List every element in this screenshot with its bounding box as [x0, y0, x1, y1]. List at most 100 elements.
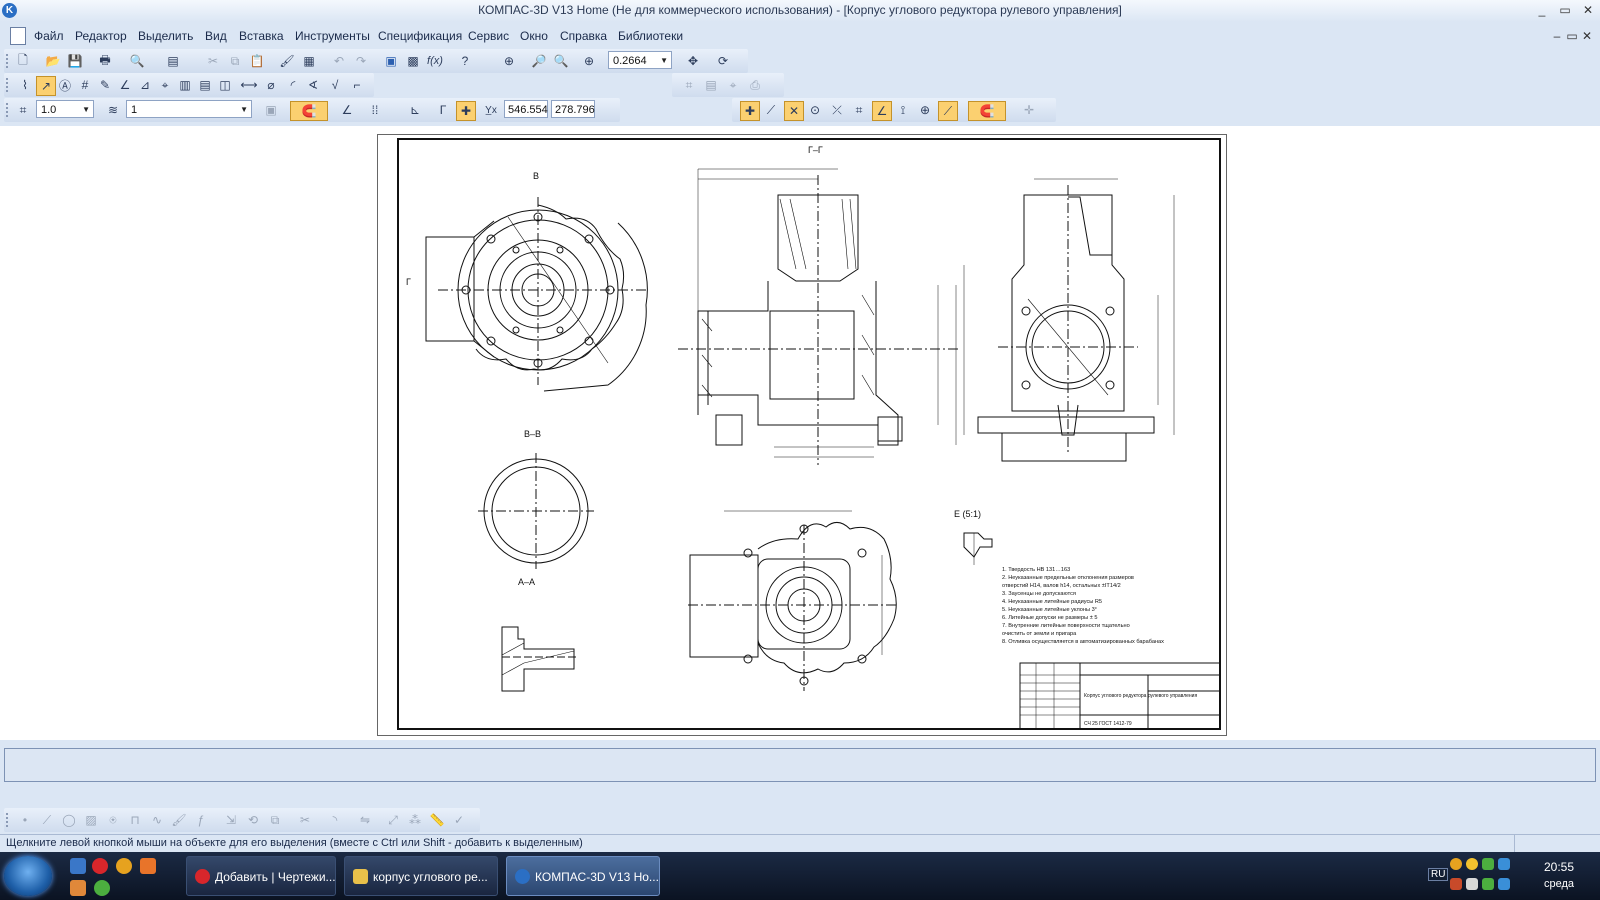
refresh-icon[interactable]: ⟳ — [714, 52, 732, 70]
copy-tool-icon[interactable]: ⧉ — [266, 811, 284, 829]
manager-icon[interactable]: ▤ — [164, 52, 182, 70]
doc-maximize-button[interactable]: ▭ — [1565, 28, 1579, 44]
function-icon[interactable]: f(x) — [426, 52, 444, 70]
menu-select[interactable]: Выделить — [138, 29, 193, 43]
clock-time[interactable]: 20:55 — [1544, 860, 1574, 874]
property-panel[interactable] — [4, 748, 1596, 782]
close-button[interactable]: ✕ — [1578, 2, 1598, 18]
print-icon[interactable]: 🖶 — [96, 52, 114, 70]
doc-close-button[interactable]: ✕ — [1580, 28, 1594, 44]
menu-insert[interactable]: Вставка — [239, 29, 284, 43]
array-icon[interactable]: ⁂ — [406, 811, 424, 829]
properties-icon[interactable]: ▦ — [300, 52, 318, 70]
snap-icon[interactable]: 🧲 — [290, 101, 328, 121]
firefox-icon[interactable] — [116, 858, 132, 874]
snap-magnet-icon[interactable]: 🧲 — [968, 101, 1006, 121]
snap-middle-icon[interactable]: ⟋ — [938, 101, 958, 121]
parametrize-icon[interactable]: ∠ — [116, 76, 134, 94]
trim-icon[interactable]: ✂ — [296, 811, 314, 829]
fx-icon[interactable]: ƒ — [192, 811, 210, 829]
menu-tools[interactable]: Инструменты — [295, 29, 370, 43]
table-icon[interactable]: ▤ — [196, 76, 214, 94]
round-icon[interactable]: Γ — [434, 101, 452, 119]
menu-window[interactable]: Окно — [520, 29, 548, 43]
tray-app-icon[interactable] — [1450, 858, 1462, 870]
ortho-icon[interactable]: ⊾ — [406, 101, 424, 119]
linear-dim-icon[interactable]: ⟷ — [240, 76, 258, 94]
save-icon[interactable]: 💾 — [66, 52, 84, 70]
snap-point-icon[interactable]: ⟟ — [894, 101, 912, 119]
fillet-icon[interactable]: ◝ — [326, 811, 344, 829]
snap-grid-icon[interactable]: ⌗ — [850, 101, 868, 119]
check-icon[interactable]: ✓ — [450, 811, 468, 829]
zoom-window-icon[interactable]: ⊕ — [500, 52, 518, 70]
step-combo[interactable]: 1.0 ▼ — [36, 100, 94, 118]
mirror-icon[interactable]: ⇋ — [356, 811, 374, 829]
circle-icon[interactable]: ◯ — [60, 811, 78, 829]
view-ops-icon[interactable]: ⌗ — [680, 76, 698, 94]
snap-end-icon[interactable]: ⟋ — [762, 101, 780, 119]
app-icon[interactable] — [140, 858, 156, 874]
hatch-icon[interactable]: ▨ — [82, 811, 100, 829]
start-button[interactable] — [4, 856, 52, 896]
tray-app-icon[interactable] — [1482, 878, 1494, 890]
tray-network-icon[interactable] — [1498, 858, 1510, 870]
angle-dim-icon[interactable]: ∢ — [304, 76, 322, 94]
new-file-icon[interactable]: 🗋 — [14, 52, 32, 70]
menu-service[interactable]: Сервис — [468, 29, 509, 43]
cursor-step-icon[interactable]: ⌗ — [14, 101, 32, 119]
task-opera[interactable]: Добавить | Чертежи... — [186, 856, 336, 896]
dimensions-icon[interactable]: ↗ — [36, 76, 56, 96]
menu-libraries[interactable]: Библиотеки — [618, 29, 683, 43]
snap-normal-icon[interactable]: ⤫ — [828, 101, 846, 119]
menu-specification[interactable]: Спецификация — [378, 29, 462, 43]
copy-icon[interactable]: ⧉ — [226, 52, 244, 70]
toolbar-grip[interactable] — [6, 103, 11, 117]
doc-minimize-button[interactable]: – — [1550, 28, 1564, 44]
layer-combo[interactable]: 1 ▼ — [126, 100, 252, 118]
menu-help[interactable]: Справка — [560, 29, 607, 43]
task-folder[interactable]: корпус углового ре... — [344, 856, 498, 896]
stamp-icon[interactable]: ⍟ — [104, 811, 122, 829]
point-icon[interactable]: • — [16, 811, 34, 829]
brush-icon[interactable]: 🖌 — [170, 811, 188, 829]
snap-extra-icon[interactable]: ✛ — [1020, 101, 1038, 119]
preview-icon[interactable]: 🔍 — [128, 52, 146, 70]
toolbar-grip[interactable] — [6, 78, 11, 92]
undo-icon[interactable]: ↶ — [330, 52, 348, 70]
tray-app-icon[interactable] — [1450, 878, 1462, 890]
report-icon[interactable]: ▥ — [176, 76, 194, 94]
snap-nearest-icon[interactable]: ✚ — [740, 101, 760, 121]
zoom-scale-icon[interactable]: ⊕ — [580, 52, 598, 70]
geometry-icon[interactable]: ⌇ — [16, 76, 34, 94]
edit-icon[interactable]: ✎ — [96, 76, 114, 94]
menu-edit[interactable]: Редактор — [75, 29, 127, 43]
menu-view[interactable]: Вид — [205, 29, 227, 43]
variables-icon[interactable]: ▣ — [382, 52, 400, 70]
grid-dots-icon[interactable]: ⁞⁞ — [366, 101, 384, 119]
grid-icon[interactable]: # — [76, 76, 94, 94]
paint-icon[interactable] — [70, 880, 86, 896]
task-kompas[interactable]: КОМПАС-3D V13 Ho... — [506, 856, 660, 896]
desktop-icon[interactable] — [70, 858, 86, 874]
view-ops-icon[interactable]: ▤ — [702, 76, 720, 94]
document-icon[interactable] — [10, 27, 26, 45]
open-file-icon[interactable]: 📂 — [44, 52, 62, 70]
tray-app-icon[interactable] — [1498, 878, 1510, 890]
language-indicator[interactable]: RU — [1428, 868, 1449, 881]
maximize-button[interactable]: ▭ — [1555, 2, 1575, 18]
layer-icon[interactable]: ≋ — [104, 101, 122, 119]
bracket-icon[interactable]: ⊓ — [126, 811, 144, 829]
help-pointer-icon[interactable]: ? — [456, 52, 474, 70]
tray-app-icon[interactable] — [1466, 858, 1478, 870]
spline-icon[interactable]: ∿ — [148, 811, 166, 829]
opera-icon[interactable] — [92, 858, 108, 874]
pan-icon[interactable]: ✥ — [684, 52, 702, 70]
zoom-in-icon[interactable]: 🔎 — [530, 52, 548, 70]
cut-icon[interactable]: ✂ — [204, 52, 222, 70]
select-icon[interactable]: ⌖ — [156, 76, 174, 94]
line-icon[interactable]: ⟋ — [38, 811, 56, 829]
snap-center-icon[interactable]: ⊕ — [916, 101, 934, 119]
view-ops-icon[interactable]: ⎙ — [746, 76, 764, 94]
library-manager-icon[interactable]: ▩ — [404, 52, 422, 70]
